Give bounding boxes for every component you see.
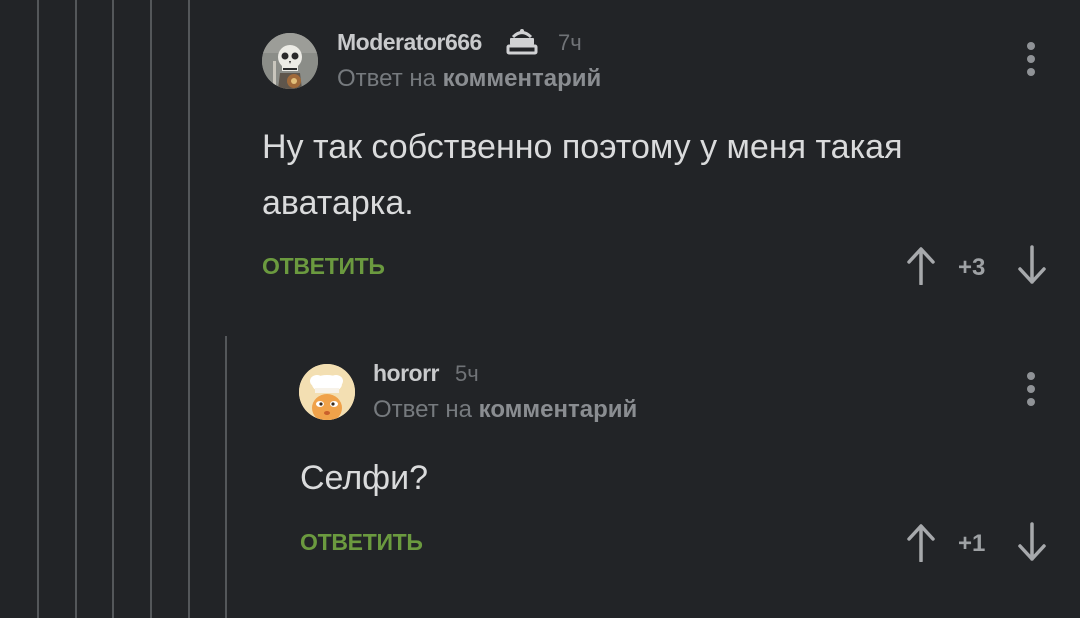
downvote-arrow-icon[interactable] xyxy=(1015,522,1049,562)
comment-hororr: hororr 5ч Ответ на комментарий Селфи? ОТ… xyxy=(0,330,1080,618)
comment-body: Ну так собственно поэтому у меня такая а… xyxy=(262,128,903,222)
more-options-icon[interactable] xyxy=(1019,371,1043,411)
username[interactable]: hororr xyxy=(373,360,440,387)
reply-to-line: Ответ на комментарий xyxy=(373,396,637,424)
upvote-arrow-icon[interactable] xyxy=(904,245,938,285)
skeleton-avatar-icon[interactable] xyxy=(262,33,318,89)
reply-target-link[interactable]: комментарий xyxy=(443,65,602,92)
comment-score: +1 xyxy=(958,530,986,557)
comment-time: 5ч xyxy=(455,361,479,386)
reply-target-link[interactable]: комментарий xyxy=(479,396,638,423)
chef-avatar-icon[interactable] xyxy=(299,364,355,420)
downvote-arrow-icon[interactable] xyxy=(1015,245,1049,285)
username[interactable]: Moderator666 xyxy=(337,29,482,56)
more-options-icon[interactable] xyxy=(1019,41,1043,81)
reply-button[interactable]: ОТВЕТИТЬ xyxy=(300,529,423,556)
reply-prefix: Ответ на xyxy=(337,65,436,92)
cake-icon xyxy=(506,29,538,55)
reply-to-line: Ответ на комментарий xyxy=(337,65,601,93)
comment-moderator666: Moderator666 7ч Ответ на комментарий Ну … xyxy=(0,0,1080,300)
reply-button[interactable]: ОТВЕТИТЬ xyxy=(262,253,385,280)
comment-time: 7ч xyxy=(558,30,582,55)
comment-score: +3 xyxy=(958,254,986,281)
reply-prefix: Ответ на xyxy=(373,396,472,423)
comment-body: Селфи? xyxy=(300,459,429,497)
upvote-arrow-icon[interactable] xyxy=(904,522,938,562)
